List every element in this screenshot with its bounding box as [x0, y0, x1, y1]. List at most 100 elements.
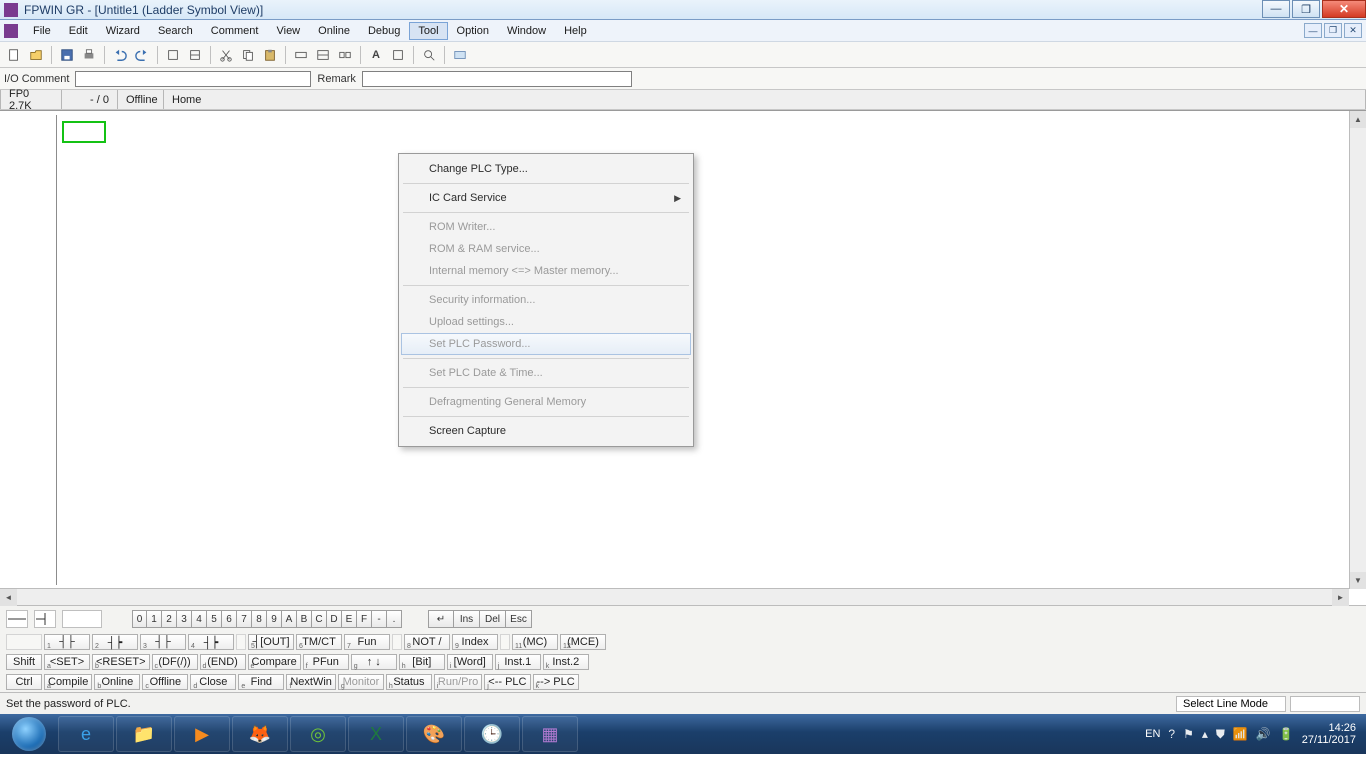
tool-e-button[interactable] [185, 45, 205, 65]
menu-set-plc-password[interactable]: Set PLC Password... [401, 333, 691, 355]
taskbar-ie[interactable]: e [58, 716, 114, 752]
f6-tmct[interactable]: TM/CT6 [296, 634, 342, 650]
menu-help[interactable]: Help [555, 22, 596, 40]
symbol-line[interactable] [6, 610, 28, 628]
taskbar-excel[interactable]: X [348, 716, 404, 752]
scroll-up-button[interactable]: ▲ [1350, 111, 1366, 128]
undo-button[interactable] [110, 45, 130, 65]
taskbar-firefox[interactable]: 🦊 [232, 716, 288, 752]
menu-ic-card-service[interactable]: IC Card Service▶ [401, 187, 691, 209]
f9-index[interactable]: Index9 [452, 634, 498, 650]
taskbar-app1[interactable]: ◎ [290, 716, 346, 752]
ctrl-key[interactable]: Ctrl [6, 674, 42, 690]
tool-i-button[interactable] [313, 45, 333, 65]
key-1[interactable]: 1 [147, 610, 162, 628]
cursor-box[interactable] [62, 121, 106, 143]
vertical-scrollbar[interactable]: ▲ ▼ [1349, 111, 1366, 589]
f3-contact[interactable]: ┤├3 [140, 634, 186, 650]
tool-d-button[interactable] [163, 45, 183, 65]
menu-upload-settings[interactable]: Upload settings... [401, 311, 691, 333]
mdi-minimize-button[interactable]: — [1304, 23, 1322, 38]
horizontal-scrollbar[interactable]: ◄ ► [0, 588, 1349, 605]
f7-fun[interactable]: Fun7 [344, 634, 390, 650]
menu-option[interactable]: Option [448, 22, 498, 40]
scroll-right-button[interactable]: ► [1332, 589, 1349, 606]
fkey-from-plc[interactable]: <-- PLCj [484, 674, 530, 690]
key-minus[interactable]: - [372, 610, 387, 628]
f4-contact[interactable]: ┤┝4 [188, 634, 234, 650]
tool-n-button[interactable] [450, 45, 470, 65]
taskbar-mediaplayer[interactable]: ▶ [174, 716, 230, 752]
fkey-inst2[interactable]: Inst.2k [543, 654, 589, 670]
key-enter[interactable]: ↵ [428, 610, 454, 628]
f5-out[interactable]: ┤[OUT]5 [248, 634, 294, 650]
taskbar-explorer[interactable]: 📁 [116, 716, 172, 752]
taskbar-fpwin[interactable]: ▦ [522, 716, 578, 752]
menu-internal-memory-master[interactable]: Internal memory <=> Master memory... [401, 260, 691, 282]
menu-view[interactable]: View [267, 22, 309, 40]
key-5[interactable]: 5 [207, 610, 222, 628]
key-d[interactable]: D [327, 610, 342, 628]
f1-contact-no[interactable]: ┤├1 [44, 634, 90, 650]
fkey-monitor[interactable]: Monitorg [338, 674, 384, 690]
f12-mce[interactable]: (MCE)12 [560, 634, 606, 650]
close-button[interactable]: ✕ [1322, 0, 1366, 18]
network-tray-icon[interactable]: 📶 [1233, 727, 1248, 741]
menu-file[interactable]: File [24, 22, 60, 40]
mdi-close-button[interactable]: ✕ [1344, 23, 1362, 38]
key-b[interactable]: B [297, 610, 312, 628]
f8-not[interactable]: NOT /8 [404, 634, 450, 650]
print-button[interactable] [79, 45, 99, 65]
menu-online[interactable]: Online [309, 22, 359, 40]
key-0[interactable]: 0 [132, 610, 147, 628]
tray-up-icon[interactable]: ▴ [1202, 727, 1208, 741]
fkey-reset[interactable]: <RESET>b [92, 654, 150, 670]
shield-tray-icon[interactable]: ⛊ [1216, 727, 1225, 742]
maximize-button[interactable]: ❐ [1292, 0, 1320, 18]
shift-key[interactable]: Shift [6, 654, 42, 670]
scroll-down-button[interactable]: ▼ [1350, 572, 1366, 589]
key-e[interactable]: E [342, 610, 357, 628]
key-del[interactable]: Del [480, 610, 506, 628]
symbol-blank[interactable] [62, 610, 102, 628]
f11-mc[interactable]: (MC)11 [512, 634, 558, 650]
fkey-bit[interactable]: [Bit]h [399, 654, 445, 670]
tool-l-button[interactable] [388, 45, 408, 65]
key-esc[interactable]: Esc [506, 610, 532, 628]
fkey-set[interactable]: <SET>a [44, 654, 90, 670]
start-button[interactable] [2, 715, 56, 753]
menu-set-plc-date-time[interactable]: Set PLC Date & Time... [401, 362, 691, 384]
menu-screen-capture[interactable]: Screen Capture [401, 420, 691, 442]
flag-tray-icon[interactable]: ⚑ [1183, 727, 1194, 741]
text-button[interactable]: A [366, 45, 386, 65]
taskbar-paint[interactable]: 🎨 [406, 716, 462, 752]
menu-edit[interactable]: Edit [60, 22, 97, 40]
fkey-offline[interactable]: Offlinec [142, 674, 188, 690]
key-dot[interactable]: . [387, 610, 402, 628]
tool-h-button[interactable] [291, 45, 311, 65]
fkey-pfun[interactable]: PFunf [303, 654, 349, 670]
copy-button[interactable] [238, 45, 258, 65]
menu-tool[interactable]: Tool [409, 22, 447, 40]
key-3[interactable]: 3 [177, 610, 192, 628]
volume-tray-icon[interactable]: 🔊 [1256, 727, 1271, 741]
fkey-nextwin[interactable]: NextWinf [286, 674, 336, 690]
open-button[interactable] [26, 45, 46, 65]
symbol-branch[interactable] [34, 610, 56, 628]
fkey-arrows[interactable]: ↑ ↓g [351, 654, 397, 670]
menu-security-information[interactable]: Security information... [401, 289, 691, 311]
find-button[interactable] [419, 45, 439, 65]
taskbar-app2[interactable]: 🕒 [464, 716, 520, 752]
fkey-to-plc[interactable]: --> PLCk [533, 674, 579, 690]
key-a[interactable]: A [282, 610, 297, 628]
key-9[interactable]: 9 [267, 610, 282, 628]
fkey-inst1[interactable]: Inst.1j [495, 654, 541, 670]
redo-button[interactable] [132, 45, 152, 65]
remark-input[interactable] [362, 71, 632, 87]
key-ins[interactable]: Ins [454, 610, 480, 628]
f2-contact-nc[interactable]: ┤┝2 [92, 634, 138, 650]
menu-window[interactable]: Window [498, 22, 555, 40]
fkey-online[interactable]: Onlineb [94, 674, 140, 690]
save-button[interactable] [57, 45, 77, 65]
taskbar-clock[interactable]: 14:26 27/11/2017 [1302, 722, 1356, 746]
